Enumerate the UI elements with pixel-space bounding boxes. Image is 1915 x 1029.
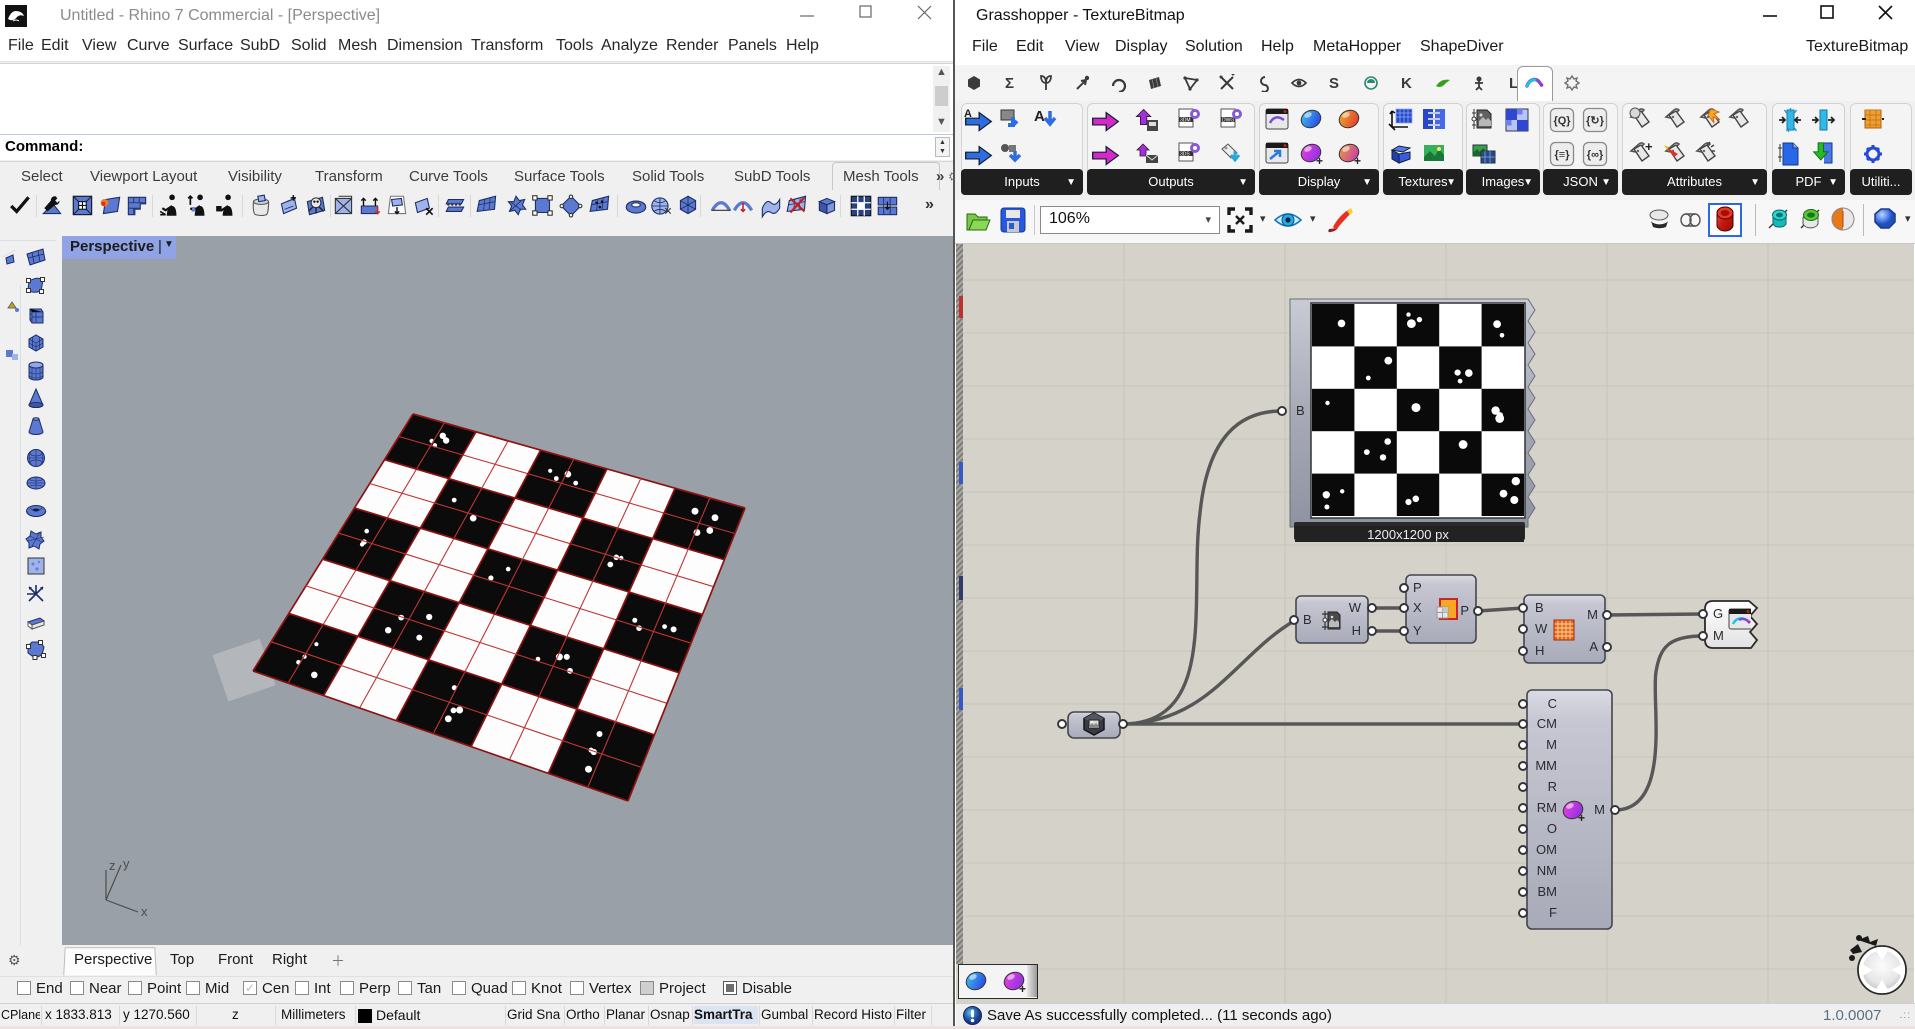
svg-text:3DS: 3DS — [1180, 152, 1190, 158]
svg-text:DWG: DWG — [1222, 118, 1234, 124]
svg-text:x: x — [141, 904, 148, 919]
svg-text:{≡}: {≡} — [1555, 149, 1571, 161]
svg-text:+: + — [1316, 154, 1323, 167]
svg-text:Σ: Σ — [1005, 75, 1014, 92]
svg-text:K: K — [1401, 75, 1412, 92]
svg-text:+: + — [1019, 982, 1026, 995]
svg-text:3DM: 3DM — [1180, 118, 1191, 124]
svg-text:+: + — [1578, 811, 1585, 825]
svg-text:A: A — [964, 108, 972, 120]
svg-text:{↻}: {↻} — [1586, 115, 1604, 127]
svg-text:{Q}: {Q} — [1553, 115, 1571, 127]
svg-text:+: + — [1354, 154, 1361, 167]
svg-text:z: z — [109, 860, 116, 873]
svg-text:S: S — [1329, 75, 1339, 92]
svg-text:+: + — [1645, 141, 1653, 154]
svg-text:y: y — [123, 860, 130, 871]
svg-text:{∞}: {∞} — [1587, 149, 1604, 161]
svg-text:A: A — [1034, 108, 1045, 125]
